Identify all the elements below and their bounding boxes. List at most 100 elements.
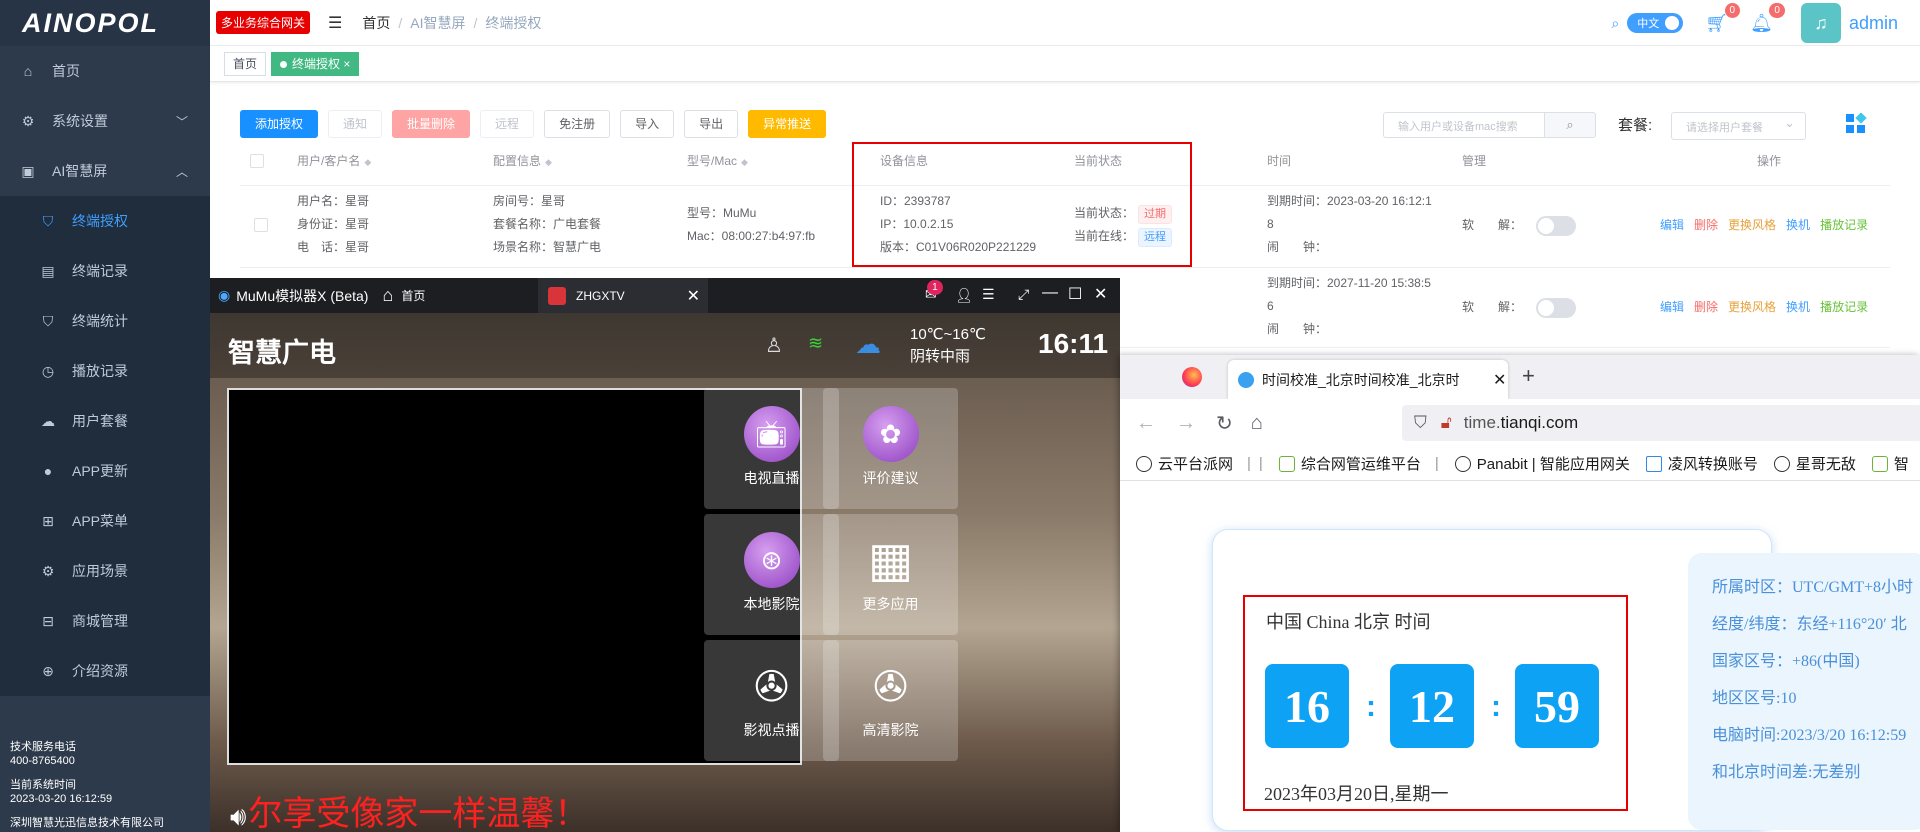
tile-live-tv[interactable]: 📺︎ 电视直播 — [704, 388, 839, 509]
th-user[interactable]: 用户/客户名 ◆ — [297, 150, 371, 173]
shield-icon[interactable]: ⛉ — [1414, 413, 1427, 433]
import-button[interactable]: 导入 — [620, 110, 675, 138]
swap-device-link[interactable]: 换机 — [1786, 218, 1810, 232]
row-checkbox[interactable] — [254, 218, 268, 232]
bookmark-item[interactable]: 凌风转换账号 — [1645, 453, 1758, 474]
edit-link[interactable]: 编辑 — [1660, 218, 1684, 232]
bookmark-item[interactable]: Panabit | 智能应用网关 — [1454, 453, 1630, 474]
soft-unlock-switch[interactable] — [1536, 215, 1577, 236]
tile-local-cinema[interactable]: ⊛ 本地影院 — [704, 514, 839, 635]
export-button[interactable]: 导出 — [684, 110, 739, 138]
sidebar-item-app-scene[interactable]: ⚙ 应用场景 — [0, 546, 210, 596]
bookmark-item[interactable]: 星哥无敌 — [1773, 453, 1856, 474]
close-window-icon[interactable]: ✕ — [1094, 284, 1107, 304]
flower-icon: ✿ — [862, 406, 919, 462]
change-style-link[interactable]: 更换风格 — [1728, 218, 1776, 232]
home-icon[interactable]: ⌂ — [382, 285, 393, 306]
sidebar-item-system-settings[interactable]: ⚙ 系统设置 ﹀ — [0, 96, 210, 146]
emulator-app-tab[interactable]: ZHGXTV ✕ — [538, 278, 708, 313]
th-model[interactable]: 型号/Mac ◆ — [687, 150, 748, 173]
tag-home[interactable]: 首页 — [224, 51, 267, 76]
bookmark-item[interactable]: 综合网管运维平台 — [1278, 453, 1421, 474]
soft-unlock-switch[interactable] — [1536, 297, 1577, 318]
gateway-tag[interactable]: 多业务综合网关 — [216, 11, 311, 34]
tag-label: 终端授权 — [292, 56, 341, 71]
home-icon[interactable]: ⌂ — [1251, 412, 1263, 435]
user-icon[interactable]: 👤︎ — [955, 287, 973, 304]
sidebar-item-label: 首页 — [52, 63, 80, 79]
menu-icon[interactable]: ☰ — [982, 286, 995, 303]
hamburger-icon[interactable]: ☰ — [328, 13, 342, 33]
emulator-home-tab[interactable]: 首页 — [401, 287, 425, 304]
username[interactable]: admin — [1849, 13, 1898, 34]
sidebar-item-terminal-records[interactable]: ▤ 终端记录 — [0, 246, 210, 296]
play-records-link[interactable]: 播放记录 — [1820, 300, 1868, 314]
bell-icon[interactable]: 🔔︎ 0 — [1750, 2, 1785, 34]
search-input[interactable]: 输入用户或设备mac搜索 — [1383, 112, 1559, 138]
cart-icon[interactable]: 🛒︎ 0 — [1705, 2, 1741, 34]
select-all-checkbox[interactable] — [250, 154, 264, 168]
browser-tab[interactable]: 时间校准_北京时间校准_北京时 ✕ — [1228, 360, 1508, 399]
search-list-icon[interactable]: ⌕ — [1611, 15, 1619, 32]
pin-icon[interactable]: ⤢ — [1018, 286, 1029, 303]
tile-feedback[interactable]: ✿ 评价建议 — [823, 388, 958, 509]
forward-icon[interactable]: → — [1176, 412, 1196, 435]
close-icon[interactable]: ✕ — [1493, 370, 1506, 390]
batch-delete-button[interactable]: 批量删除 — [392, 110, 471, 138]
model-cell: 型号：MuMu Mac：08:00:27:b4:97:fb — [687, 206, 816, 243]
tile-hd-cinema[interactable]: ✇ 高清影院 — [823, 640, 958, 761]
th-config[interactable]: 配置信息 ◆ — [493, 150, 552, 173]
sidebar-item-app-update[interactable]: ● APP更新 — [0, 446, 210, 496]
breadcrumb-item[interactable]: 首页 — [362, 15, 390, 31]
bookmark-item[interactable]: 智 — [1871, 453, 1909, 474]
swap-device-link[interactable]: 换机 — [1786, 300, 1810, 314]
ops-cell: 编辑 删除 更换风格 换机 播放记录 — [1660, 296, 1878, 319]
delete-link[interactable]: 删除 — [1694, 300, 1718, 314]
firefox-icon[interactable] — [1182, 367, 1202, 387]
sidebar-item-app-menu[interactable]: ⊞ APP菜单 — [0, 496, 210, 546]
reload-icon[interactable]: ↻ — [1216, 411, 1233, 436]
sidebar-item-home[interactable]: ⌂ 首页 — [0, 46, 210, 96]
sidebar-submenu: ⛉ 终端授权 ▤ 终端记录 ⛉ 终端统计 ◷ 播放记录 ☁ 用户套餐 ● APP… — [0, 196, 210, 696]
new-tab-icon[interactable]: + — [1522, 363, 1535, 389]
change-style-link[interactable]: 更换风格 — [1728, 300, 1776, 314]
language-toggle[interactable]: 中文 — [1627, 13, 1684, 33]
add-auth-button[interactable]: 添加授权 — [240, 110, 319, 138]
sidebar-item-terminal-auth[interactable]: ⛉ 终端授权 — [0, 196, 210, 246]
tag-terminal-auth[interactable]: 终端授权 × — [271, 51, 360, 76]
avatar[interactable]: ♫ — [1800, 3, 1841, 43]
sidebar-item-terminal-stats[interactable]: ⛉ 终端统计 — [0, 296, 210, 346]
bookmark-item[interactable]: 云平台派网 — [1136, 453, 1233, 474]
sidebar-item-label: 终端统计 — [72, 313, 128, 329]
chevron-up-icon: ︿ — [175, 165, 188, 179]
browser-tabstrip: 时间校准_北京时间校准_北京时 ✕ + — [1120, 355, 1920, 399]
sidebar-item-play-records[interactable]: ◷ 播放记录 — [0, 346, 210, 396]
notify-button[interactable]: 通知 — [328, 110, 383, 138]
minimize-icon[interactable]: — — [1042, 284, 1058, 302]
search-button[interactable]: ⌕ — [1544, 112, 1596, 138]
mail-icon[interactable]: ✉1 — [925, 280, 943, 303]
sidebar-item-ai-screen[interactable]: ▣ AI智慧屏 ︿ — [0, 146, 210, 196]
tile-vod[interactable]: ✇ 影视点播 — [704, 640, 839, 761]
breadcrumb-item: AI智慧屏 — [410, 14, 466, 31]
delete-link[interactable]: 删除 — [1694, 218, 1718, 232]
no-register-button[interactable]: 免注册 — [544, 110, 611, 138]
close-icon[interactable]: ✕ — [687, 286, 700, 306]
insecure-lock-icon[interactable]: 🔓︎ — [1441, 413, 1452, 433]
edit-link[interactable]: 编辑 — [1660, 300, 1684, 314]
maximize-icon[interactable]: ☐ — [1068, 284, 1082, 304]
url-bar[interactable]: ⛉ 🔓︎ time. tianqi.com — [1402, 405, 1920, 441]
sidebar-item-user-package[interactable]: ☁ 用户套餐 — [0, 396, 210, 446]
sidebar-item-intro-resources[interactable]: ⊕ 介绍资源 — [0, 646, 210, 696]
tile-more-apps[interactable]: ▦ 更多应用 — [823, 514, 958, 635]
grid-view-icon[interactable] — [1845, 113, 1867, 135]
back-icon[interactable]: ← — [1136, 412, 1156, 435]
exception-push-button[interactable]: 异常推送 — [748, 110, 827, 138]
package-select[interactable]: 请选择用户套餐 — [1671, 112, 1806, 140]
sidebar-item-shop[interactable]: ⊟ 商城管理 — [0, 596, 210, 646]
play-records-link[interactable]: 播放记录 — [1820, 218, 1868, 232]
film-reel-icon: ✇ — [872, 662, 909, 710]
remote-button[interactable]: 远程 — [480, 110, 535, 138]
sidebar-item-label: 用户套餐 — [72, 413, 128, 429]
close-icon[interactable]: × — [343, 57, 350, 71]
